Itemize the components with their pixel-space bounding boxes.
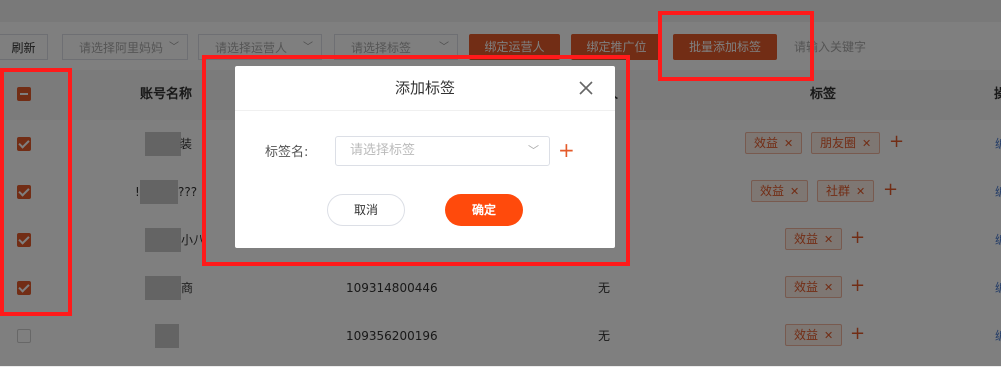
- highlight-box-dialog: [202, 55, 630, 266]
- page: 刷新 请选择阿里妈妈 ﹀ 请选择运营人 ﹀ 请选择标签 ﹀ 绑定运营人 绑定推广…: [0, 0, 1001, 367]
- highlight-box-batch-button: [658, 11, 814, 81]
- highlight-box-checkboxes: [0, 68, 72, 316]
